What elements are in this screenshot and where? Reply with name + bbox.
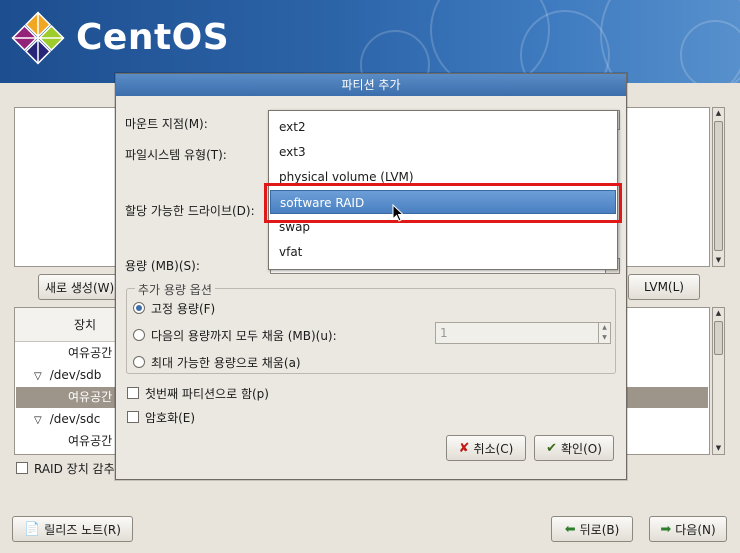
fs-type-option[interactable]: ext2	[270, 115, 616, 139]
check-icon: ✔	[546, 440, 557, 456]
lvm-button[interactable]: LVM(L)	[628, 274, 700, 300]
close-icon: ✘	[458, 440, 470, 456]
cancel-button[interactable]: ✘ 취소(C)	[446, 435, 526, 461]
graph-scrollbar[interactable]: ▲ ▼	[712, 107, 725, 267]
mount-point-label: 마운트 지점(M):	[125, 117, 208, 131]
arrow-left-icon: ⬅	[564, 521, 576, 537]
notes-icon: 📄	[24, 521, 41, 537]
spinner-arrows-icon[interactable]: ▲ ▼	[598, 323, 610, 343]
back-button[interactable]: ⬅ 뒤로(B)	[551, 516, 633, 542]
expander-down-icon[interactable]: ▽	[34, 415, 42, 426]
centos-logo-icon	[11, 11, 65, 65]
extra-size-options-title: 추가 용량 옵션	[135, 281, 215, 298]
fill-max-label: 최대 가능한 용량으로 채움(a)	[151, 356, 301, 370]
brand-name: CentOS	[76, 17, 230, 58]
scroll-up-icon[interactable]: ▲	[713, 108, 724, 119]
next-button[interactable]: ➡ 다음(N)	[649, 516, 727, 542]
ok-button[interactable]: ✔ 확인(O)	[534, 435, 614, 461]
release-notes-button[interactable]: 📄 릴리즈 노트(R)	[12, 516, 133, 542]
size-label: 용량 (MB)(S):	[125, 259, 200, 273]
encrypt-checkbox[interactable]	[127, 411, 139, 423]
centos-banner: CentOS	[0, 0, 740, 83]
scroll-up-icon[interactable]: ▲	[713, 308, 724, 319]
tree-row-label: 여유공간	[68, 390, 113, 404]
mouse-cursor-icon	[392, 204, 405, 222]
arrow-right-icon: ➡	[660, 521, 672, 537]
expander-down-icon[interactable]: ▽	[34, 371, 42, 382]
tree-scrollbar[interactable]: ▲ ▼	[712, 307, 725, 455]
fill-max-radio[interactable]	[133, 356, 145, 368]
scroll-down-icon[interactable]: ▼	[713, 443, 724, 454]
tree-row-label: /dev/sdc	[49, 412, 101, 426]
tree-row-label: 여유공간	[68, 434, 113, 448]
scroll-down-icon[interactable]: ▼	[713, 255, 724, 266]
fixed-size-radio[interactable]	[133, 302, 145, 314]
fill-upto-radio[interactable]	[133, 329, 145, 341]
fill-upto-label: 다음의 용량까지 모두 채움 (MB)(u):	[151, 329, 337, 343]
tree-row-label: /dev/sdb	[49, 368, 102, 382]
hide-raid-checkbox[interactable]	[16, 462, 28, 474]
fs-type-option[interactable]: vfat	[270, 240, 616, 264]
encrypt-label: 암호화(E)	[145, 411, 196, 425]
fs-type-option[interactable]: ext3	[270, 140, 616, 164]
annotation-highlight-box	[264, 183, 622, 223]
fs-type-label: 파일시스템 유형(T):	[125, 148, 227, 162]
hide-raid-label: RAID 장치 감추	[34, 462, 115, 476]
primary-partition-label: 첫번째 파티션으로 함(p)	[145, 387, 269, 401]
tree-row-label: 여유공간	[68, 346, 113, 360]
dialog-title: 파티션 추가	[116, 74, 626, 96]
primary-partition-checkbox[interactable]	[127, 387, 139, 399]
fill-upto-spinner[interactable]: 1 ▲ ▼	[435, 322, 611, 344]
fixed-size-label: 고정 용량(F)	[151, 302, 216, 316]
drives-label: 할당 가능한 드라이브(D):	[125, 204, 255, 218]
